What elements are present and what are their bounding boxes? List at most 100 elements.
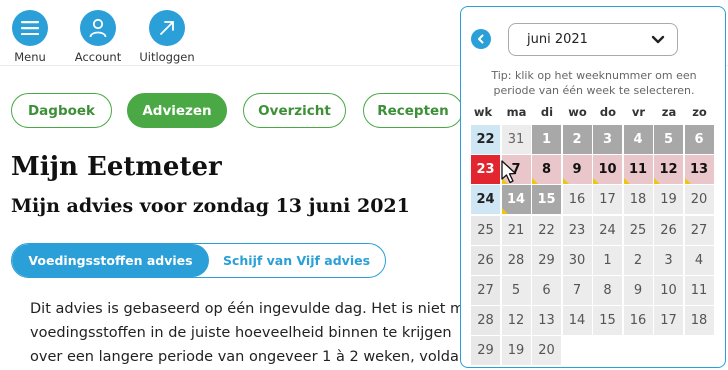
page-title: Mijn Eetmeter [11,152,222,182]
calendar-day[interactable]: 5 [501,276,531,305]
week-number[interactable]: 23 [471,155,500,185]
week-number[interactable]: 29 [471,336,500,366]
calendar-day[interactable]: 1 [532,125,561,154]
tab-voedingsstoffen-advies[interactable]: Voedingsstoffen advies [12,244,209,277]
calendar-day[interactable]: 25 [623,215,653,245]
calendar-day[interactable]: 23 [562,215,592,245]
calendar-day-number: 12 [507,313,525,329]
tab-adviezen[interactable]: Adviezen [127,93,227,128]
calendar-day[interactable]: 26 [654,215,683,245]
calendar-day-number: 12 [659,162,678,178]
week-number[interactable]: 22 [471,125,500,154]
calendar-day[interactable]: 2 [623,245,653,275]
page-subtitle: Mijn advies voor zondag 13 juni 2021 [11,195,410,217]
calendar-day[interactable]: 29 [532,245,561,275]
calendar-day[interactable]: 21 [501,215,531,245]
calendar-day[interactable]: 17 [654,306,683,336]
calendar-day[interactable]: 31 [501,125,531,154]
calendar-day[interactable]: 6 [684,125,714,154]
week-number[interactable]: 24 [471,185,500,215]
entry-marker-icon [501,208,508,215]
weekday-header: zo [692,105,707,119]
calendar-day[interactable]: 22 [532,215,561,245]
calendar-day-number: 6 [542,283,551,298]
hamburger-icon [12,10,48,46]
calendar-day-number: 7 [572,283,582,298]
calendar-day[interactable]: 12 [654,155,683,185]
calendar-day[interactable]: 3 [654,245,683,275]
calendar-day[interactable]: 28 [501,245,531,275]
week-number[interactable]: 25 [471,215,500,245]
previous-month-button[interactable] [471,29,491,49]
calendar-day[interactable]: 15 [532,185,561,215]
calendar-day[interactable]: 9 [623,276,653,305]
account-label: Account [74,50,122,64]
calendar-day-number: 23 [568,222,586,238]
calendar-day[interactable]: 19 [501,336,531,366]
calendar-day-number: 8 [541,162,552,178]
calendar-day[interactable]: 24 [593,215,622,245]
weekday-header: za [661,105,677,119]
tab-schijf-van-vijf-advies[interactable]: Schijf van Vijf advies [209,244,384,277]
calendar-day-number: 18 [629,192,647,208]
calendar-day-number: 3 [602,132,613,147]
calendar-day[interactable]: 14 [501,185,531,215]
calendar-day-number: 17 [599,192,616,208]
calendar-day[interactable]: 10 [593,155,622,185]
calendar-day[interactable]: 10 [654,276,683,305]
calendar-day[interactable]: 20 [684,185,714,215]
calendar-day-number: 9 [633,283,643,298]
calendar-day-number: 10 [598,162,617,178]
calendar-day[interactable]: 12 [501,306,531,336]
calendar-day[interactable]: 18 [684,306,714,336]
calendar-day[interactable]: 11 [684,276,714,305]
weekday-header: wo [568,105,587,119]
calendar-day[interactable]: 16 [562,185,592,215]
calendar-day-number: 20 [538,343,555,359]
calendar-day[interactable]: 4 [623,125,653,154]
calendar-day[interactable]: 2 [562,125,592,154]
calendar-day[interactable]: 1 [593,245,622,275]
user-icon [80,10,116,46]
logout-button[interactable]: Uitloggen [137,10,197,64]
calendar-day-number: 30 [568,252,586,268]
datepicker-tip: Tip: klik op het weeknummer om een perio… [491,69,697,97]
menu-button[interactable]: Menu [0,10,60,64]
calendar-day-number: 11 [690,283,708,298]
tab-recepten[interactable]: Recepten [363,93,463,128]
calendar-day-number: 21 [507,222,525,238]
calendar-day[interactable]: 15 [593,306,622,336]
calendar-day[interactable]: 14 [562,306,592,336]
logout-label: Uitloggen [139,50,195,64]
account-button[interactable]: Account [68,10,128,64]
calendar-day[interactable]: 27 [684,215,714,245]
calendar-day[interactable]: 11 [623,155,653,185]
calendar-day[interactable]: 4 [684,245,714,275]
calendar-day[interactable]: 20 [532,336,561,366]
calendar-day-number: 16 [568,192,586,208]
calendar-day[interactable]: 19 [654,185,683,215]
calendar-day[interactable]: 17 [593,185,622,215]
calendar-day[interactable]: 5 [654,125,683,154]
calendar-day[interactable]: 30 [562,245,592,275]
entry-marker-icon [654,178,660,185]
month-select-value: juni 2021 [527,32,588,47]
calendar-day[interactable]: 16 [623,306,653,336]
calendar-day[interactable]: 7 [562,276,592,305]
calendar-day[interactable]: 8 [593,276,622,305]
week-number[interactable]: 28 [471,306,500,336]
calendar-day[interactable]: 13 [684,155,714,185]
calendar-day[interactable]: 8 [532,155,561,185]
calendar-day-number: 24 [599,222,616,238]
month-select[interactable]: juni 2021 [508,23,678,56]
calendar-day[interactable]: 3 [593,125,622,154]
tab-overzicht[interactable]: Overzicht [243,93,346,128]
calendar-day-number: 26 [660,222,677,238]
calendar-day[interactable]: 13 [532,306,561,336]
week-number[interactable]: 26 [471,245,500,275]
calendar-day[interactable]: 18 [623,185,653,215]
calendar-day[interactable]: 9 [562,155,592,185]
week-number[interactable]: 27 [471,276,500,305]
tab-dagboek[interactable]: Dagboek [11,93,112,128]
calendar-day[interactable]: 6 [532,276,561,305]
